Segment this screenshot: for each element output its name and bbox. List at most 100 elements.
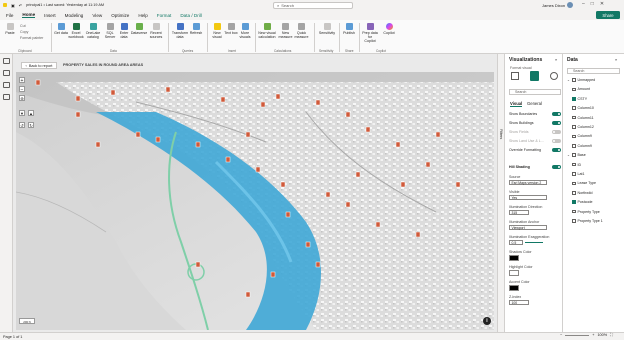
new-measure-button[interactable]: New measure [278, 23, 293, 39]
property-marker[interactable] [315, 261, 321, 268]
property-marker[interactable] [75, 95, 81, 102]
toggle-show-land-use[interactable]: Show Land Use & L... [509, 139, 561, 143]
property-marker[interactable] [75, 111, 81, 118]
property-marker[interactable] [135, 131, 141, 138]
back-to-report-button[interactable]: ‹ Back to report [21, 62, 57, 69]
field-checkbox[interactable] [572, 200, 576, 204]
get-data-button[interactable]: Get data [54, 23, 68, 35]
field-checkbox[interactable] [572, 172, 576, 176]
filters-pane-tab[interactable]: Filters [497, 54, 505, 332]
field-item[interactable]: Column11 [572, 116, 594, 120]
property-marker[interactable] [425, 161, 431, 168]
maximize-icon[interactable]: □ [591, 1, 594, 7]
property-marker[interactable] [455, 181, 461, 188]
field-item[interactable]: Postcode [572, 200, 592, 204]
cut-button[interactable]: Cut [20, 24, 26, 28]
property-marker[interactable] [285, 211, 291, 218]
field-item[interactable]: ID [572, 163, 581, 167]
onelake-button[interactable]: OneLake catalog [86, 23, 100, 39]
quick-measure-button[interactable]: Quick measure [294, 23, 309, 39]
minimize-icon[interactable]: – [582, 1, 585, 7]
property-marker[interactable] [345, 111, 351, 118]
property-marker[interactable] [395, 141, 401, 148]
property-marker[interactable] [95, 141, 101, 148]
toggle-override-formatting[interactable]: Override Formatting [509, 148, 561, 152]
property-marker[interactable] [195, 261, 201, 268]
search-box[interactable]: ⌕ Search [273, 2, 353, 9]
format-painter-button[interactable]: Format painter [20, 36, 43, 40]
toggle-switch[interactable] [552, 121, 561, 125]
zoom-in-icon[interactable]: + [592, 333, 594, 337]
publish-button[interactable]: Publish [342, 23, 356, 35]
recent-sources-button[interactable]: Recent sources [149, 23, 163, 39]
menu-help[interactable]: Help [138, 13, 147, 18]
property-marker[interactable] [260, 101, 266, 108]
field-item[interactable]: CSTY [572, 97, 587, 101]
info-icon[interactable]: i [483, 317, 491, 325]
copilot-button[interactable]: Copilot [381, 23, 397, 35]
zoom-in-button[interactable]: + [19, 77, 25, 84]
shadow-color-picker[interactable] [509, 255, 519, 261]
property-marker[interactable] [35, 79, 41, 86]
table-item[interactable]: ⌄ Unmapped [567, 78, 595, 82]
new-visual-calc-button[interactable]: New visual calculation [258, 23, 276, 39]
menu-modeling[interactable]: Modeling [65, 13, 84, 18]
field-checkbox[interactable] [572, 153, 576, 157]
chevron-down-icon[interactable]: ⌄ [567, 153, 570, 157]
field-item[interactable]: Property Type [572, 210, 600, 214]
property-marker[interactable] [110, 89, 116, 96]
tab-visual[interactable]: Visual [510, 101, 523, 107]
property-marker[interactable] [220, 96, 226, 103]
share-button[interactable]: Share [596, 11, 620, 19]
field-checkbox[interactable] [572, 134, 576, 139]
property-marker[interactable] [400, 181, 406, 188]
menu-insert[interactable]: Insert [44, 13, 56, 18]
compass-icon[interactable]: ⊕ [19, 95, 25, 101]
property-marker[interactable] [345, 201, 351, 208]
dataverse-button[interactable]: Dataverse [131, 23, 147, 35]
exaggeration-slider[interactable] [525, 242, 543, 243]
analytics-icon[interactable] [550, 72, 558, 80]
property-marker[interactable] [280, 181, 286, 188]
model-view-icon[interactable] [3, 82, 10, 88]
table-view-icon[interactable] [3, 70, 10, 76]
field-checkbox[interactable] [572, 219, 576, 223]
menu-view[interactable]: View [92, 13, 102, 18]
illum-exaggeration-input[interactable]: 0.5 [509, 240, 523, 245]
property-marker[interactable] [305, 241, 311, 248]
field-checkbox[interactable] [572, 162, 576, 167]
rotate-right-button[interactable]: ↻ [28, 122, 34, 128]
3d-map-visual[interactable] [16, 72, 494, 330]
property-marker[interactable] [270, 271, 276, 278]
zoom-out-icon[interactable]: − [560, 333, 562, 337]
property-marker[interactable] [435, 131, 441, 138]
menu-format[interactable]: Format [157, 13, 172, 18]
report-view-icon[interactable] [3, 58, 10, 64]
enter-data-button[interactable]: Enter data [117, 23, 131, 39]
tilt-down-button[interactable]: ▼ [19, 110, 25, 116]
field-checkbox[interactable] [572, 97, 576, 101]
field-item[interactable]: Column10 [572, 106, 594, 110]
property-marker[interactable] [375, 221, 381, 228]
illum-direction-input[interactable]: 315 [509, 210, 529, 215]
more-visuals-button[interactable]: More visuals [238, 23, 252, 39]
field-checkbox[interactable] [572, 144, 576, 148]
property-marker[interactable] [155, 136, 161, 143]
viz-search-input[interactable]: Search [509, 89, 561, 95]
undo-icon[interactable]: ↶ [19, 3, 22, 8]
property-marker[interactable] [315, 99, 321, 106]
field-item[interactable]: Lat1 [572, 172, 585, 176]
copy-button[interactable]: Copy [20, 30, 28, 34]
z-index-input[interactable]: 100 [509, 300, 529, 305]
sensitivity-button[interactable]: Sensitivity [318, 23, 336, 35]
rotate-left-button[interactable]: ↺ [19, 122, 25, 128]
chevron-down-icon[interactable]: ⌄ [567, 78, 570, 82]
fit-page-icon[interactable]: ⛶ [610, 333, 613, 337]
visible-dropdown[interactable]: Yes [509, 195, 547, 200]
collapse-icon[interactable]: » [615, 57, 617, 62]
source-dropdown[interactable]: Esri Maps version 2 [509, 180, 547, 185]
property-marker[interactable] [255, 166, 261, 173]
terrain-map[interactable] [16, 72, 494, 330]
field-checkbox[interactable] [572, 209, 576, 214]
property-marker[interactable] [325, 191, 331, 198]
